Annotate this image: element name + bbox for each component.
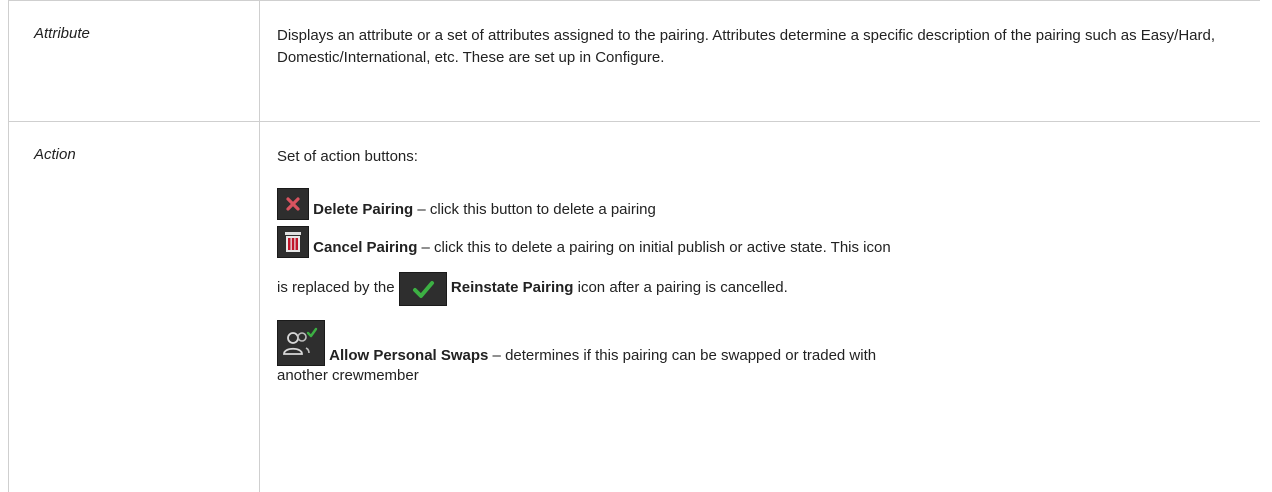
delete-pairing-text: – click this button to delete a pairing bbox=[413, 201, 656, 218]
table-row: Attribute Displays an attribute or a set… bbox=[9, 1, 1261, 122]
delete-icon bbox=[277, 188, 309, 220]
personal-swaps-icon bbox=[277, 320, 325, 366]
term-attribute: Attribute bbox=[9, 1, 259, 42]
term-action: Action bbox=[9, 122, 259, 163]
check-icon bbox=[399, 272, 447, 306]
allow-personal-swaps-label: Allow Personal Swaps bbox=[329, 347, 488, 364]
trash-icon bbox=[277, 226, 309, 258]
cancel-pairing-text: – click this to delete a pairing on init… bbox=[417, 239, 890, 256]
action-intro: Set of action buttons: bbox=[277, 146, 1240, 168]
allow-personal-swaps-text: – determines if this pairing can be swap… bbox=[488, 347, 876, 364]
reinstate-pairing-label: Reinstate Pairing bbox=[451, 279, 574, 296]
description-attribute: Displays an attribute or a set of attrib… bbox=[277, 25, 1240, 69]
reinstate-pairing-text: icon after a pairing is cancelled. bbox=[573, 279, 787, 296]
allow-personal-swaps-continued: another crewmember bbox=[277, 366, 1240, 386]
cancel-pairing-label: Cancel Pairing bbox=[313, 239, 417, 256]
reinstate-prefix: is replaced by the bbox=[277, 279, 399, 296]
delete-pairing-label: Delete Pairing bbox=[313, 201, 413, 218]
table-row: Action Set of action buttons: Delete Pai… bbox=[9, 122, 1261, 492]
attribute-table: Attribute Displays an attribute or a set… bbox=[8, 0, 1260, 492]
